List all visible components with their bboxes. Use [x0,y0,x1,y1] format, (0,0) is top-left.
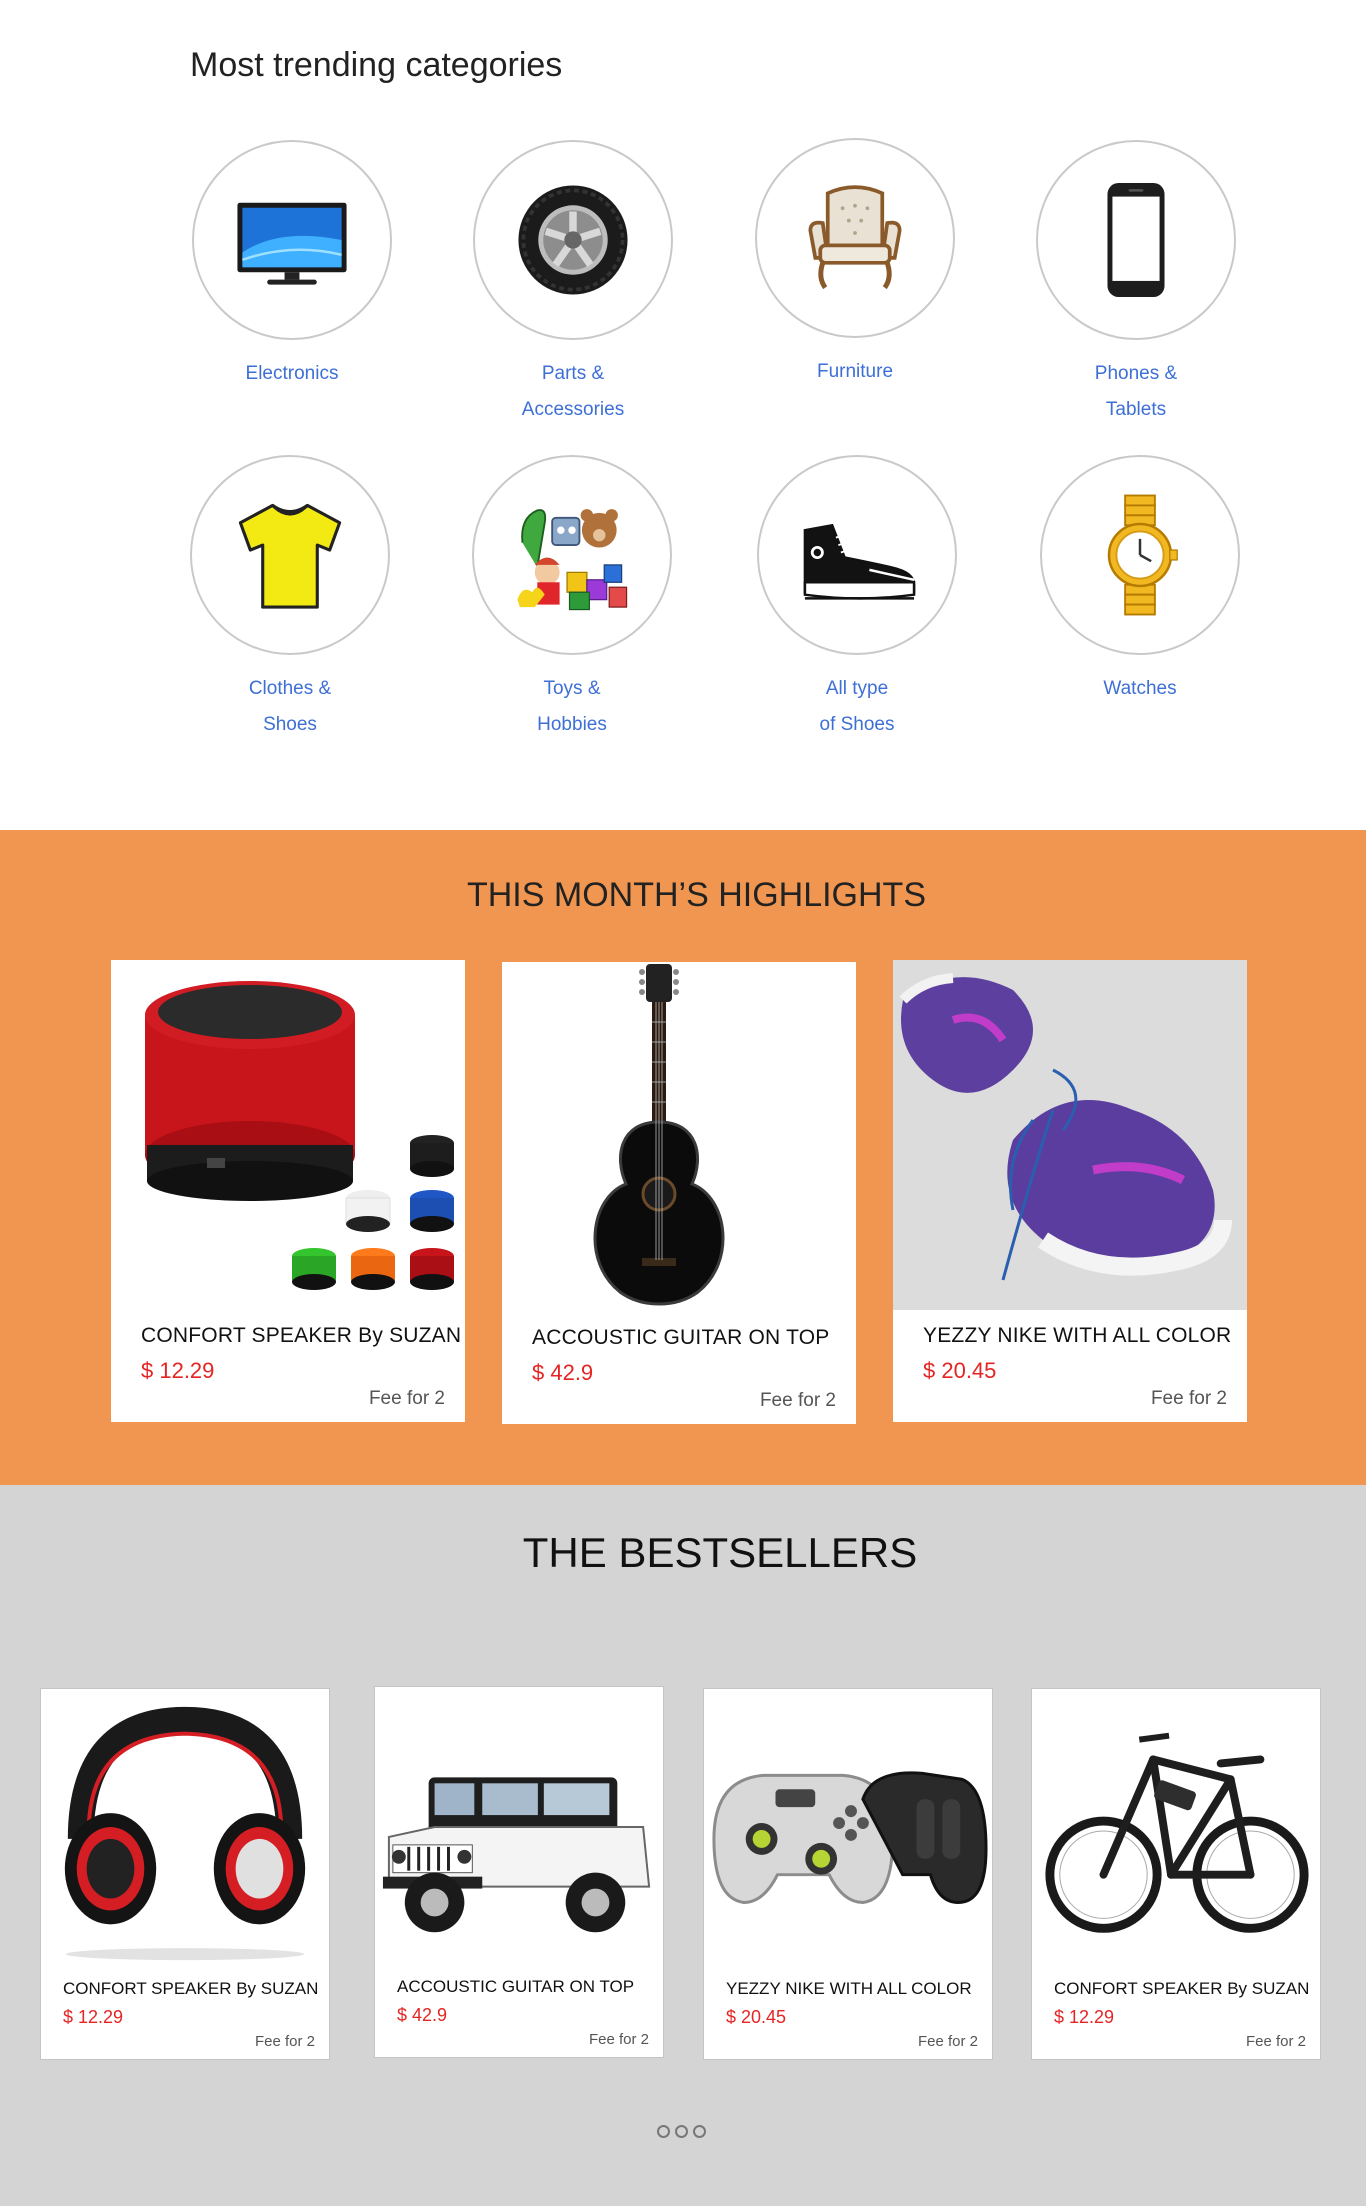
product-name[interactable]: CONFORT SPEAKER By SUZAN [1054,1979,1309,1999]
category-parts-accessories[interactable]: Parts & Accessories [453,140,693,428]
category-circle[interactable] [1036,140,1236,340]
product-name[interactable]: CONFORT SPEAKER By SUZAN [141,1324,461,1348]
product-name[interactable]: YEZZY NIKE WITH ALL COLOR [923,1324,1231,1348]
guitar-image [502,962,856,1312]
product-fee: Fee for 2 [254,2033,315,2050]
product-name[interactable]: ACCOUSTIC GUITAR ON TOP [532,1326,829,1350]
product-name[interactable]: YEZZY NIKE WITH ALL COLOR [726,1979,972,1999]
carousel-dot[interactable] [657,2125,670,2138]
product-name[interactable]: CONFORT SPEAKER By SUZAN [63,1979,318,1999]
jeep-image [375,1687,663,1967]
product-card[interactable]: ACCOUSTIC GUITAR ON TOP $ 42.9 Fee for 2 [502,962,856,1424]
category-circle[interactable] [472,455,672,655]
category-label[interactable]: All type of Shoes [737,671,977,743]
category-circle[interactable] [192,140,392,340]
product-price: $ 20.45 [923,1358,997,1383]
category-clothes-shoes[interactable]: Clothes & Shoes [170,455,410,743]
monthly-highlights-section: THIS MONTH’S HIGHLIGHTS CONFORT SPEAKER … [0,830,1366,1485]
product-card[interactable]: YEZZY NIKE WITH ALL COLOR $ 20.45 Fee fo… [703,1688,993,2060]
category-circle[interactable] [755,138,955,338]
category-circle[interactable] [190,455,390,655]
category-label[interactable]: Furniture [735,354,975,390]
speaker-image [111,960,465,1310]
tshirt-icon [238,503,342,609]
category-label[interactable]: Clothes & Shoes [170,671,410,743]
bestsellers-section: THE BESTSELLERS CONFORT SPEAKER By SUZAN… [0,1485,1366,2206]
carousel-dot[interactable] [693,2125,706,2138]
product-price: $ 42.9 [532,1360,594,1385]
category-circle[interactable] [757,455,957,655]
tire-icon [518,185,628,295]
carousel-dot[interactable] [675,2125,688,2138]
category-label[interactable]: Phones & Tablets [1016,356,1256,428]
category-watches[interactable]: Watches [1020,455,1260,707]
armchair-icon [808,185,902,290]
wristwatch-icon [1107,494,1178,616]
category-furniture[interactable]: Furniture [735,138,975,390]
product-card[interactable]: CONFORT SPEAKER By SUZAN $ 12.29 Fee for… [1031,1688,1321,2060]
sneakers-image [893,960,1247,1310]
product-fee: Fee for 2 [368,1388,445,1409]
product-price: $ 12.29 [1054,2007,1115,2027]
sneaker-icon [803,523,916,600]
product-price: $ 20.45 [726,2007,787,2027]
category-circle[interactable] [473,140,673,340]
ebike-image [1032,1689,1320,1969]
product-name[interactable]: ACCOUSTIC GUITAR ON TOP [397,1977,634,1997]
product-fee: Fee for 2 [1150,1388,1227,1409]
product-fee: Fee for 2 [588,2031,649,2048]
category-label[interactable]: Toys & Hobbies [452,671,692,743]
product-fee: Fee for 2 [759,1390,836,1411]
product-price: $ 42.9 [397,2005,448,2025]
category-phones-tablets[interactable]: Phones & Tablets [1016,140,1256,428]
category-all-shoes[interactable]: All type of Shoes [737,455,977,743]
headphones-image [41,1689,329,1969]
tv-icon [237,202,347,285]
category-electronics[interactable]: Electronics [172,140,412,392]
smartphone-icon [1107,182,1165,298]
category-toys-hobbies[interactable]: Toys & Hobbies [452,455,692,743]
section-title: Most trending categories [190,46,563,84]
category-circle[interactable] [1040,455,1240,655]
product-card[interactable]: YEZZY NIKE WITH ALL COLOR $ 20.45 Fee fo… [893,960,1247,1422]
section-title: THE BESTSELLERS [522,1529,918,1576]
product-fee: Fee for 2 [1245,2033,1306,2050]
product-price: $ 12.29 [141,1358,215,1383]
product-card[interactable]: CONFORT SPEAKER By SUZAN $ 12.29 Fee for… [40,1688,330,2060]
product-card[interactable]: CONFORT SPEAKER By SUZAN $ 12.29 Fee for… [111,960,465,1422]
gamepad-image [704,1689,992,1969]
product-price: $ 12.29 [63,2007,124,2027]
section-title: THIS MONTH’S HIGHLIGHTS [466,876,927,914]
category-label[interactable]: Electronics [172,356,412,392]
toys-icon [517,509,628,611]
product-fee: Fee for 2 [917,2033,978,2050]
trending-categories-section: Most trending categories Electronics Par… [0,0,1366,830]
category-label[interactable]: Watches [1020,671,1260,707]
carousel-pagination [657,2125,706,2138]
product-card[interactable]: ACCOUSTIC GUITAR ON TOP $ 42.9 Fee for 2 [374,1686,664,2058]
category-label[interactable]: Parts & Accessories [453,356,693,428]
